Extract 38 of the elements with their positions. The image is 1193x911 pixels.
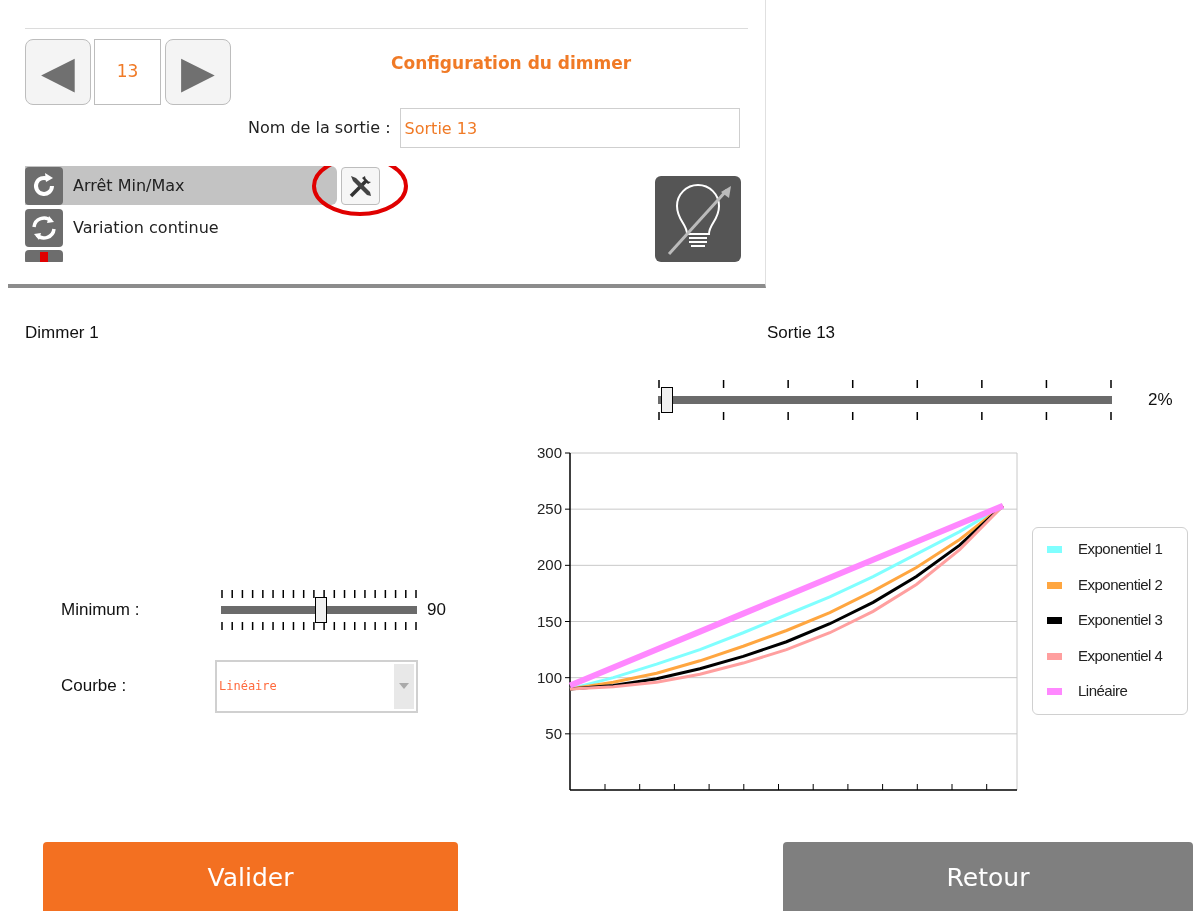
y-tick-label: 50 bbox=[545, 724, 562, 742]
y-tick-label: 150 bbox=[536, 612, 562, 629]
y-tick-label: 300 bbox=[536, 445, 562, 461]
mode-item[interactable]: Variation continue bbox=[25, 208, 337, 247]
back-button[interactable]: Retour bbox=[783, 842, 1193, 911]
slider[interactable] bbox=[658, 386, 1112, 413]
legend-label: Exponentiel 2 bbox=[1078, 574, 1163, 595]
y-tick-label: 250 bbox=[536, 499, 562, 517]
slider-thumb[interactable] bbox=[661, 386, 674, 413]
output-name-label: Nom de la sortie : bbox=[248, 117, 391, 139]
legend-label: Linéaire bbox=[1078, 681, 1128, 702]
lightbulb-icon[interactable] bbox=[655, 176, 741, 262]
panel-title: Configuration du dimmer bbox=[391, 52, 632, 76]
legend-label: Exponentiel 1 bbox=[1078, 539, 1163, 560]
output-label: Sortie 13 bbox=[767, 322, 836, 344]
previous-button[interactable]: ◀ bbox=[25, 39, 91, 105]
slider[interactable] bbox=[221, 596, 417, 623]
refresh-icon bbox=[25, 208, 63, 247]
mode-item[interactable]: Arrêt Min/Max bbox=[25, 166, 337, 205]
output-value: 2% bbox=[1148, 388, 1173, 411]
y-tick-label: 200 bbox=[536, 555, 562, 573]
next-button[interactable]: ▶ bbox=[165, 39, 231, 105]
validate-button[interactable]: Valider bbox=[43, 842, 458, 911]
rotate-icon bbox=[25, 166, 63, 205]
output-number: 13 bbox=[94, 39, 161, 105]
curve-label: Courbe : bbox=[61, 675, 128, 698]
mode-icon bbox=[25, 250, 63, 262]
dropdown-caret-icon bbox=[399, 683, 409, 689]
output-name-field[interactable]: Sortie 13 bbox=[399, 108, 740, 148]
minimum-value: 90 bbox=[427, 598, 446, 621]
slider-thumb[interactable] bbox=[314, 596, 327, 623]
dimmer-label: Dimmer 1 bbox=[25, 322, 100, 344]
curve-dropdown[interactable]: Linéaire bbox=[215, 659, 418, 713]
legend-label: Exponentiel 4 bbox=[1078, 645, 1163, 666]
minimum-label: Minimum : bbox=[61, 598, 141, 621]
settings-button[interactable] bbox=[341, 166, 380, 205]
y-tick-label: 100 bbox=[536, 668, 562, 686]
legend-label: Exponentiel 3 bbox=[1078, 610, 1163, 631]
